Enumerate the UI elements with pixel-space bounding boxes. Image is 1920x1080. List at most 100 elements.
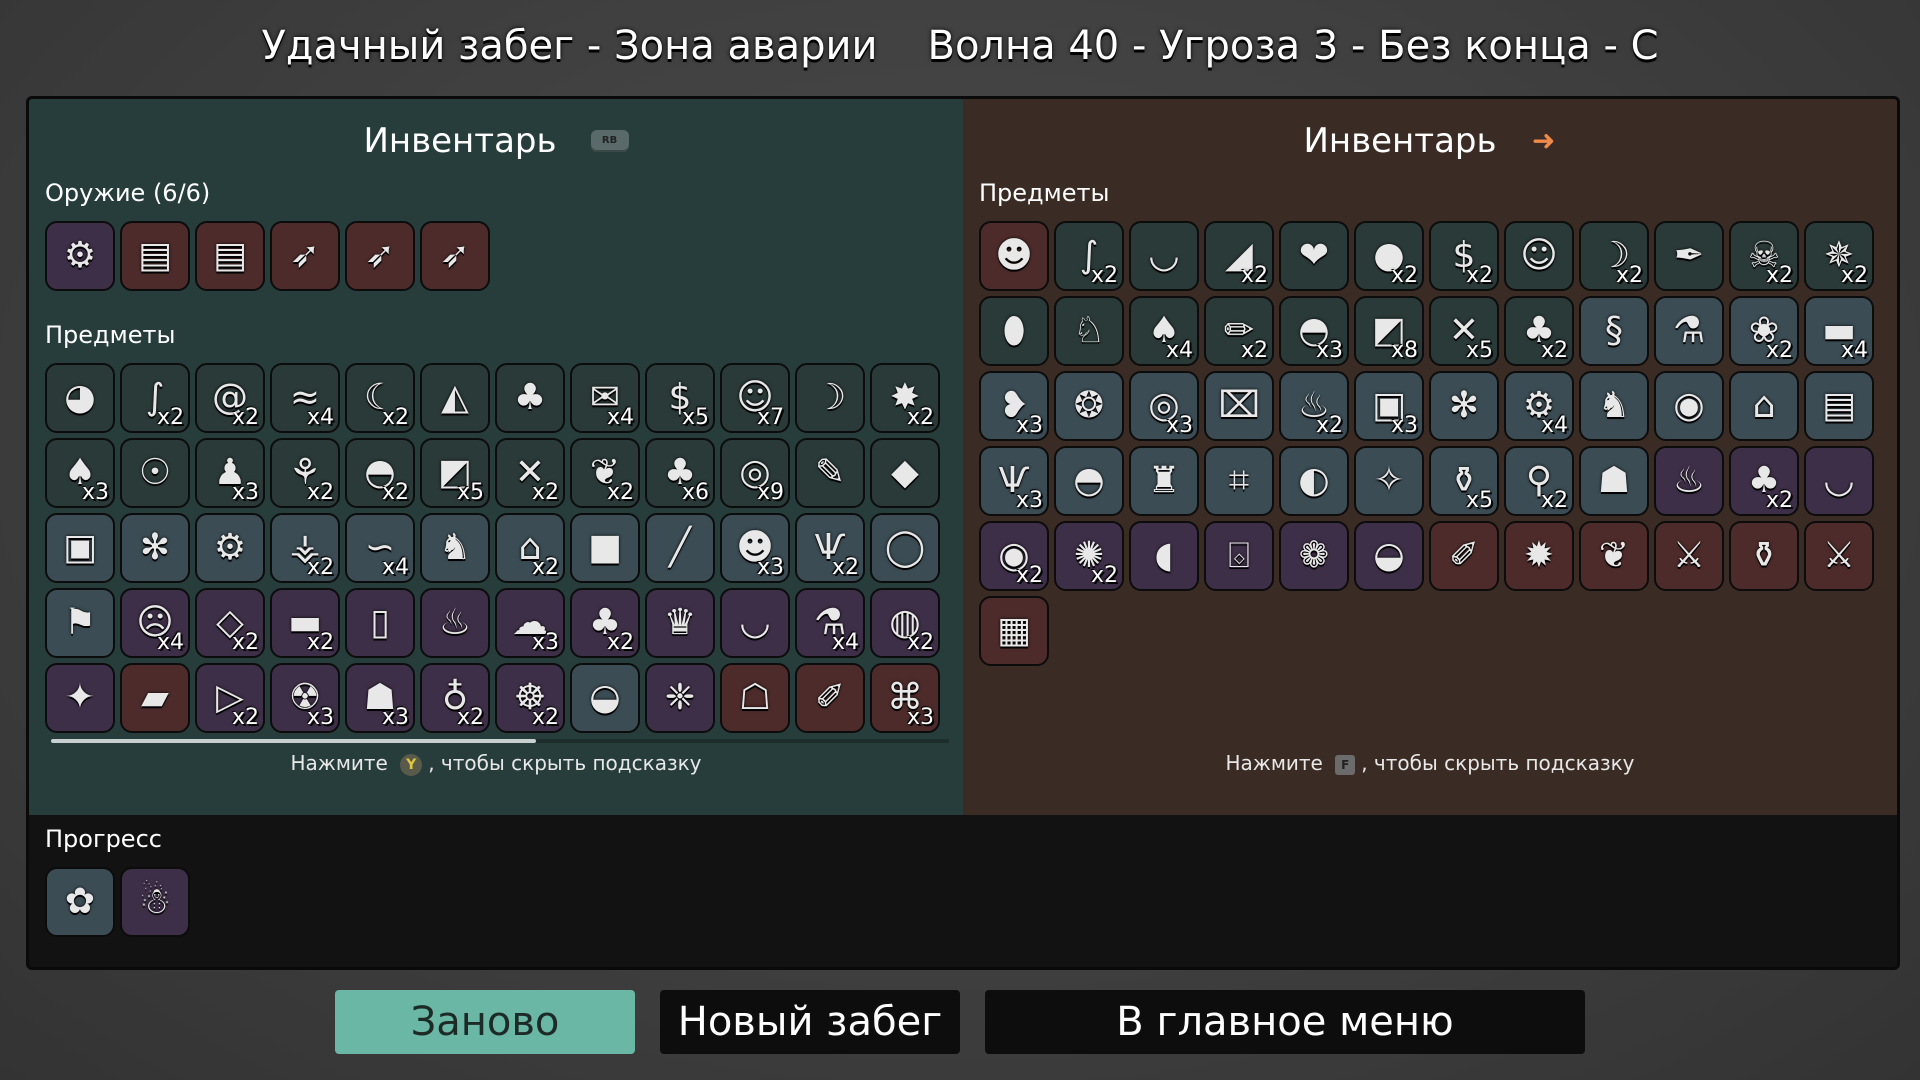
item-slot[interactable]: ✹ bbox=[1504, 521, 1574, 591]
item-slot[interactable]: ❤ bbox=[1279, 221, 1349, 291]
item-slot[interactable]: ■ bbox=[570, 513, 640, 583]
item-slot[interactable]: ◡ bbox=[1129, 221, 1199, 291]
item-slot[interactable]: ✒ bbox=[1654, 221, 1724, 291]
item-slot[interactable]: ◕ bbox=[45, 363, 115, 433]
item-slot[interactable]: ⌂ x2 bbox=[495, 513, 565, 583]
item-slot[interactable]: ❦ bbox=[1579, 521, 1649, 591]
item-slot[interactable]: ◐ bbox=[1279, 446, 1349, 516]
item-slot[interactable]: ✕ x2 bbox=[495, 438, 565, 508]
item-slot[interactable]: ▣ bbox=[45, 513, 115, 583]
item-slot[interactable]: ⚙ x4 bbox=[1504, 371, 1574, 441]
progress-slot[interactable]: ☃ bbox=[120, 867, 190, 937]
item-slot[interactable]: ♠ x3 bbox=[45, 438, 115, 508]
item-slot[interactable]: ☻ bbox=[979, 221, 1049, 291]
item-slot[interactable]: ☉ bbox=[120, 438, 190, 508]
item-slot[interactable]: ◓ x3 bbox=[1279, 296, 1349, 366]
item-slot[interactable]: Ѱx3 bbox=[979, 446, 1049, 516]
item-slot[interactable]: ✐ bbox=[795, 663, 865, 733]
weapon-slot[interactable]: ➶ bbox=[345, 221, 415, 291]
item-slot[interactable]: ♠ x4 bbox=[1129, 296, 1199, 366]
item-slot[interactable]: ❂ bbox=[1054, 371, 1124, 441]
item-slot[interactable]: ⚔ bbox=[1804, 521, 1874, 591]
retry-button[interactable]: Заново bbox=[335, 990, 635, 1054]
item-slot[interactable]: @ x2 bbox=[195, 363, 265, 433]
item-slot[interactable]: ✻ bbox=[1429, 371, 1499, 441]
item-slot[interactable]: ❁ bbox=[1279, 521, 1349, 591]
item-slot[interactable]: ☗ bbox=[1579, 446, 1649, 516]
item-slot[interactable]: ⚲ x2 bbox=[1504, 446, 1574, 516]
items-scrollbar[interactable] bbox=[51, 739, 949, 743]
item-slot[interactable]: ⌗ bbox=[1204, 446, 1274, 516]
item-slot[interactable]: ◢ x2 bbox=[1204, 221, 1274, 291]
item-slot[interactable]: ♘ bbox=[1054, 296, 1124, 366]
item-slot[interactable]: ♣ x2 bbox=[1504, 296, 1574, 366]
item-slot[interactable]: ⚑ bbox=[45, 588, 115, 658]
scrollbar-thumb[interactable] bbox=[51, 739, 536, 743]
item-slot[interactable]: § bbox=[1579, 296, 1649, 366]
item-slot[interactable]: ✕ x5 bbox=[1429, 296, 1499, 366]
item-slot[interactable]: ◉ bbox=[1654, 371, 1724, 441]
weapon-slot[interactable]: ▤ bbox=[120, 221, 190, 291]
item-slot[interactable]: ☾ x2 bbox=[345, 363, 415, 433]
item-slot[interactable]: ◎ x9 bbox=[720, 438, 790, 508]
item-slot[interactable]: ◆ bbox=[870, 438, 940, 508]
item-slot[interactable]: ⚱ bbox=[1729, 521, 1799, 591]
item-slot[interactable]: ⚗ bbox=[1654, 296, 1724, 366]
item-slot[interactable]: ♛ bbox=[645, 588, 715, 658]
item-slot[interactable]: ☽ x2 bbox=[1579, 221, 1649, 291]
item-slot[interactable]: ◍ x2 bbox=[870, 588, 940, 658]
item-slot[interactable]: ❦ x2 bbox=[570, 438, 640, 508]
item-slot[interactable]: ☗ x3 bbox=[345, 663, 415, 733]
item-slot[interactable]: ☹ x4 bbox=[120, 588, 190, 658]
item-slot[interactable]: ⚘ x2 bbox=[270, 438, 340, 508]
item-slot[interactable]: ♞ bbox=[420, 513, 490, 583]
item-slot[interactable]: ◖ bbox=[1129, 521, 1199, 591]
progress-slot[interactable]: ✿ bbox=[45, 867, 115, 937]
item-slot[interactable]: ▷ x2 bbox=[195, 663, 265, 733]
item-slot[interactable]: ◒ bbox=[1354, 521, 1424, 591]
item-slot[interactable]: ◓ x2 bbox=[345, 438, 415, 508]
item-slot[interactable]: ✻ bbox=[120, 513, 190, 583]
weapon-slot[interactable]: ⚙ bbox=[45, 221, 115, 291]
item-slot[interactable]: ✎ bbox=[795, 438, 865, 508]
rb-button-icon[interactable]: RB bbox=[590, 130, 629, 152]
item-slot[interactable]: ♨ bbox=[420, 588, 490, 658]
item-slot[interactable]: ◯ bbox=[870, 513, 940, 583]
weapon-slot[interactable]: ▤ bbox=[195, 221, 265, 291]
item-slot[interactable]: ▬ x2 bbox=[270, 588, 340, 658]
item-slot[interactable]: ⚱ x5 bbox=[1429, 446, 1499, 516]
item-slot[interactable]: ◒ bbox=[570, 663, 640, 733]
item-slot[interactable]: ▬ x4 bbox=[1804, 296, 1874, 366]
item-slot[interactable]: ◩ x8 bbox=[1354, 296, 1424, 366]
item-slot[interactable]: ▤ bbox=[1804, 371, 1874, 441]
item-slot[interactable]: ✸ x2 bbox=[870, 363, 940, 433]
arrow-right-icon[interactable]: ➜ bbox=[1531, 127, 1557, 155]
item-slot[interactable]: Ѱx2 bbox=[795, 513, 865, 583]
item-slot[interactable]: ◉ x2 bbox=[979, 521, 1049, 591]
item-slot[interactable]: ◓ bbox=[1054, 446, 1124, 516]
item-slot[interactable]: ♨ x2 bbox=[1279, 371, 1349, 441]
item-slot[interactable]: ☸ x2 bbox=[495, 663, 565, 733]
item-slot[interactable]: ☖ bbox=[720, 663, 790, 733]
item-slot[interactable]: ☠ x2 bbox=[1729, 221, 1799, 291]
item-slot[interactable]: ✵ x2 bbox=[1804, 221, 1874, 291]
item-slot[interactable]: ⌺ bbox=[1204, 521, 1274, 591]
item-slot[interactable]: ♣ x2 bbox=[1729, 446, 1799, 516]
item-slot[interactable]: ⬮ bbox=[979, 296, 1049, 366]
item-slot[interactable]: ◡ bbox=[1804, 446, 1874, 516]
item-slot[interactable]: ✏ x2 bbox=[1204, 296, 1274, 366]
item-slot[interactable]: ♞ bbox=[1579, 371, 1649, 441]
item-slot[interactable]: ▯ bbox=[345, 588, 415, 658]
item-slot[interactable]: ☁ x3 bbox=[495, 588, 565, 658]
item-slot[interactable]: ≈ x4 bbox=[270, 363, 340, 433]
item-slot[interactable]: ☽ bbox=[795, 363, 865, 433]
item-slot[interactable]: ❥ x3 bbox=[979, 371, 1049, 441]
item-slot[interactable]: ⚶ x2 bbox=[270, 513, 340, 583]
item-slot[interactable]: ∽ x4 bbox=[345, 513, 415, 583]
item-slot[interactable]: ◩ x5 bbox=[420, 438, 490, 508]
item-slot[interactable]: ╱ bbox=[645, 513, 715, 583]
item-slot[interactable]: ▣ x3 bbox=[1354, 371, 1424, 441]
item-slot[interactable]: ⚔ bbox=[1654, 521, 1724, 591]
weapon-slot[interactable]: ➶ bbox=[270, 221, 340, 291]
item-slot[interactable]: $ x5 bbox=[645, 363, 715, 433]
